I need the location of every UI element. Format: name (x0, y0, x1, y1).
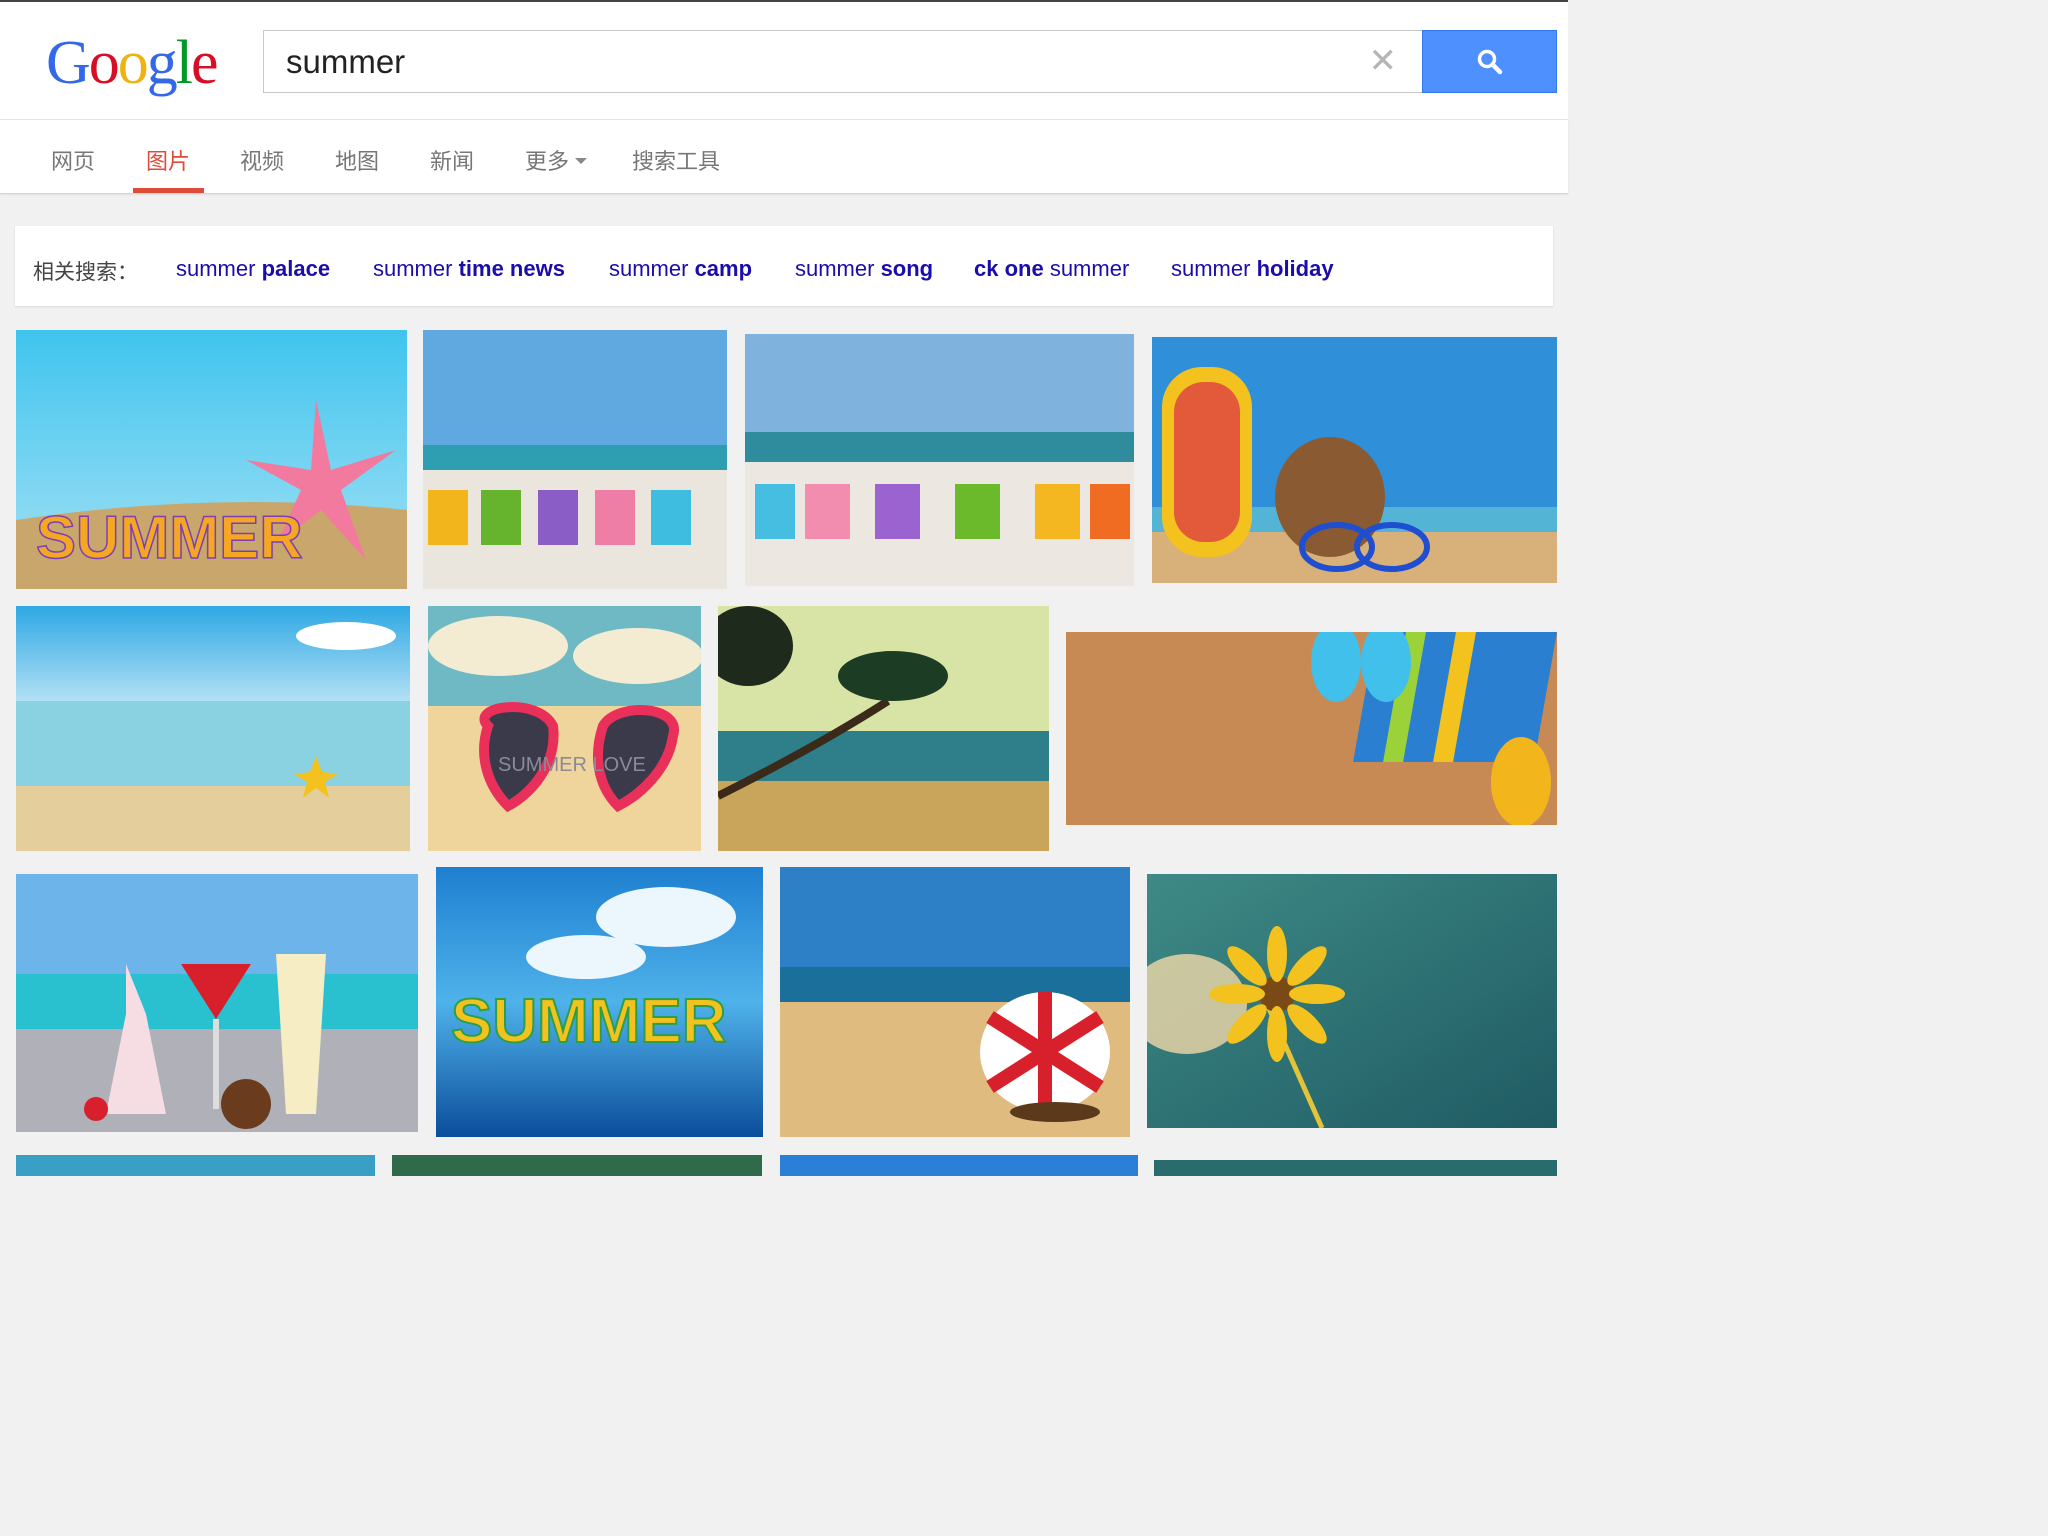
sand-flip-flops-towel-image (1066, 632, 1557, 825)
tab-web[interactable]: 网页 (51, 144, 95, 194)
overlay-text: SUMMER (36, 504, 303, 571)
search-box: ✕ (263, 30, 1423, 93)
image-result-2[interactable] (423, 330, 727, 589)
beach-umbrella-image (780, 867, 1130, 1137)
related-link-text: summer (176, 256, 262, 281)
beach-chairs-image-1 (423, 330, 727, 589)
related-link-ck-one-summer[interactable]: ck one summer (974, 256, 1129, 282)
related-link-text: summer (1171, 256, 1257, 281)
beach-chairs-image-2 (745, 334, 1134, 586)
close-icon[interactable]: ✕ (1369, 43, 1398, 79)
logo-letter-o1: o (88, 29, 120, 97)
logo-letter-e: e (191, 29, 218, 97)
image-result-1[interactable]: SUMMER (16, 330, 407, 589)
google-logo[interactable]: Google (46, 28, 219, 98)
image-result-3[interactable] (745, 334, 1134, 586)
tab-maps[interactable]: 地图 (335, 144, 379, 194)
overlay-text: SUMMER (451, 987, 727, 1056)
related-link-bold: holiday (1256, 256, 1334, 281)
overlay-text: SUMMER LOVE (498, 754, 646, 776)
active-tab-indicator (133, 188, 204, 193)
logo-letter-l: l (175, 29, 193, 97)
image-result-4[interactable] (1152, 337, 1557, 583)
related-link-text: summer (795, 256, 881, 281)
heart-sunglasses-image: SUMMER LOVE (428, 606, 701, 851)
related-link-bold: time news (458, 256, 565, 281)
search-button[interactable] (1422, 30, 1557, 93)
flip-flops-coconut-image (1152, 337, 1557, 583)
header: Google ✕ (0, 0, 1568, 120)
related-link-summer-holiday[interactable]: summer holiday (1171, 256, 1334, 282)
summer-3d-letters-image: SUMMER (436, 867, 763, 1137)
related-link-text: summer (373, 256, 459, 281)
related-link-bold: ck one (974, 256, 1044, 281)
calm-sea-starfish-image (16, 606, 410, 851)
image-result-15[interactable] (780, 1155, 1138, 1176)
related-searches-label: 相关搜索： (33, 260, 138, 284)
related-link-bold: camp (694, 256, 753, 281)
logo-letter-o2: o (117, 29, 149, 97)
image-result-8[interactable] (1066, 632, 1557, 825)
tab-more[interactable]: 更多 (525, 144, 588, 194)
related-link-bold: palace (261, 256, 331, 281)
search-input[interactable] (264, 31, 1344, 92)
related-link-bold: song (880, 256, 934, 281)
related-searches: 相关搜索： summer palace summer time news sum… (15, 226, 1553, 306)
image-result-7[interactable] (718, 606, 1049, 851)
image-result-9[interactable] (16, 874, 418, 1132)
image-result-16[interactable] (1154, 1160, 1557, 1176)
summer-starfish-letters-image: SUMMER (16, 330, 407, 589)
chevron-down-icon (575, 158, 588, 164)
tab-news[interactable]: 新闻 (430, 144, 474, 194)
logo-letter-g2: g (146, 29, 178, 97)
image-result-14[interactable] (392, 1155, 762, 1176)
tab-search-tools[interactable]: 搜索工具 (632, 144, 720, 194)
related-link-text: summer (1043, 256, 1130, 281)
palm-tree-beach-image (718, 606, 1049, 851)
logo-letter-g: G (46, 29, 91, 97)
tab-more-label: 更多 (525, 150, 570, 175)
related-link-summer-camp[interactable]: summer camp (609, 256, 752, 282)
search-icon (1477, 49, 1503, 75)
related-link-text: summer (609, 256, 695, 281)
tab-images[interactable]: 图片 (146, 144, 190, 194)
image-result-5[interactable] (16, 606, 410, 851)
image-result-11[interactable] (780, 867, 1130, 1137)
related-link-summer-song[interactable]: summer song (795, 256, 933, 282)
tab-video[interactable]: 视频 (240, 144, 284, 194)
image-result-13[interactable] (16, 1155, 375, 1176)
search-tabs: 网页 图片 视频 地图 新闻 更多 搜索工具 (0, 120, 1568, 194)
related-link-summer-time-news[interactable]: summer time news (373, 256, 565, 282)
image-result-10[interactable]: SUMMER (436, 867, 763, 1137)
yellow-flower-sky-image (1147, 874, 1557, 1128)
cocktails-beach-image (16, 874, 418, 1132)
related-link-summer-palace[interactable]: summer palace (176, 256, 330, 282)
image-result-12[interactable] (1147, 874, 1557, 1128)
image-result-6[interactable]: SUMMER LOVE (428, 606, 701, 851)
